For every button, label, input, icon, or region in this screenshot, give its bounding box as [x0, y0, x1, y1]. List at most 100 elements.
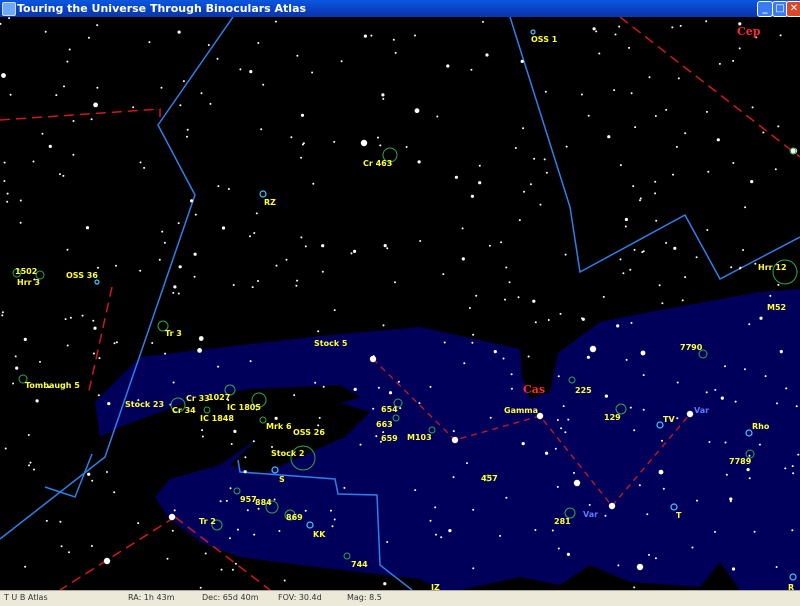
star: [630, 92, 633, 95]
star: [681, 299, 684, 302]
label-cr-463[interactable]: Cr 463: [363, 159, 392, 168]
status-flags: T U B Atlas: [4, 593, 48, 602]
star: [521, 442, 525, 446]
star: [194, 213, 197, 216]
star: [193, 252, 197, 256]
star: [632, 185, 635, 188]
star: [705, 20, 708, 23]
label-659[interactable]: 659: [381, 434, 398, 443]
star: [340, 60, 343, 63]
label-7789[interactable]: 7789: [729, 457, 751, 466]
star: [616, 324, 620, 328]
star: [59, 520, 62, 523]
label-hrr-12[interactable]: Hrr 12: [758, 263, 787, 272]
label-r[interactable]: R: [788, 583, 794, 590]
star: [414, 489, 417, 492]
label-cr-34[interactable]: Cr 34: [172, 406, 196, 415]
label-tr-3[interactable]: Tr 3: [165, 329, 182, 338]
star: [91, 479, 94, 482]
star: [221, 226, 226, 230]
label-654[interactable]: 654: [381, 405, 398, 414]
star: [14, 355, 17, 358]
label-m52[interactable]: M52: [767, 303, 786, 312]
star: [296, 279, 299, 282]
label-884[interactable]: 884: [255, 498, 272, 507]
star: [730, 266, 733, 269]
star: [397, 380, 400, 383]
label-stock-5[interactable]: Stock 5: [314, 339, 348, 348]
bright-star: [369, 355, 377, 363]
star: [290, 136, 293, 139]
label-rz[interactable]: RZ: [264, 198, 276, 207]
label-7790[interactable]: 7790: [680, 343, 702, 352]
label-var-bottom[interactable]: Var: [583, 510, 598, 519]
star: [333, 518, 336, 521]
label-281[interactable]: 281: [554, 517, 571, 526]
star: [66, 248, 69, 251]
label-oss-26[interactable]: OSS 26: [293, 428, 325, 437]
star: [262, 83, 265, 86]
star: [518, 219, 521, 222]
star: [107, 402, 111, 406]
label-rho[interactable]: Rho: [752, 422, 769, 431]
star: [751, 106, 754, 109]
label-kk[interactable]: KK: [313, 530, 325, 539]
label-m103[interactable]: M103: [407, 433, 432, 442]
label-tr-2[interactable]: Tr 2: [199, 517, 216, 526]
label-stock-2[interactable]: Stock 2: [271, 449, 305, 458]
label-t[interactable]: T: [676, 511, 681, 520]
star: [6, 200, 9, 203]
label-oss-1[interactable]: OSS 1: [531, 35, 557, 44]
star: [72, 153, 75, 156]
label-hrr-3[interactable]: Hrr 3: [17, 278, 40, 287]
label-744[interactable]: 744: [351, 560, 368, 569]
label-s[interactable]: S: [279, 475, 285, 484]
star: [675, 145, 678, 148]
close-button[interactable]: ✕: [786, 1, 800, 17]
star: [454, 175, 458, 179]
label-ic-1805[interactable]: IC 1805: [227, 403, 261, 412]
star: [249, 360, 252, 363]
star: [350, 252, 353, 255]
label-oss-36[interactable]: OSS 36: [66, 271, 98, 280]
label-ic-1848[interactable]: IC 1848: [200, 414, 234, 423]
label-cr-33[interactable]: Cr 33: [186, 394, 210, 403]
minimize-button[interactable]: _: [757, 1, 773, 17]
star-chart[interactable]: Cep Cas OSS 1 Cr 463 RZ 1502 Hrr 3 OSS 3…: [0, 17, 800, 590]
star: [275, 264, 278, 267]
star: [97, 266, 99, 269]
label-457[interactable]: 457: [481, 474, 498, 483]
star: [55, 94, 58, 97]
star: [724, 441, 727, 444]
star: [748, 477, 751, 480]
label-iz[interactable]: IZ: [431, 583, 440, 590]
label-gamma[interactable]: Gamma: [504, 406, 538, 415]
label-869[interactable]: 869: [286, 513, 303, 522]
label-1027[interactable]: 1027: [208, 393, 230, 402]
bright-star: [608, 502, 616, 510]
label-stock-23[interactable]: Stock 23: [125, 400, 164, 409]
star: [296, 54, 299, 57]
star: [734, 400, 737, 403]
label-663[interactable]: 663: [376, 420, 393, 429]
star: [231, 568, 234, 571]
star: [440, 536, 443, 539]
label-225[interactable]: 225: [575, 386, 592, 395]
star: [595, 30, 598, 33]
label-tv[interactable]: TV: [663, 415, 675, 424]
star: [661, 302, 664, 305]
label-var-top[interactable]: Var: [694, 406, 709, 415]
label-129[interactable]: 129: [604, 413, 621, 422]
star: [564, 253, 567, 256]
star: [197, 348, 203, 353]
star: [556, 485, 559, 488]
star: [665, 241, 668, 244]
star: [472, 567, 475, 570]
star: [523, 190, 526, 193]
star: [382, 324, 385, 327]
label-mrk-6[interactable]: Mrk 6: [266, 422, 292, 431]
label-1502[interactable]: 1502: [15, 267, 37, 276]
star: [285, 258, 288, 261]
star: [312, 182, 315, 185]
label-tombaugh-5[interactable]: Tombaugh 5: [25, 381, 80, 390]
